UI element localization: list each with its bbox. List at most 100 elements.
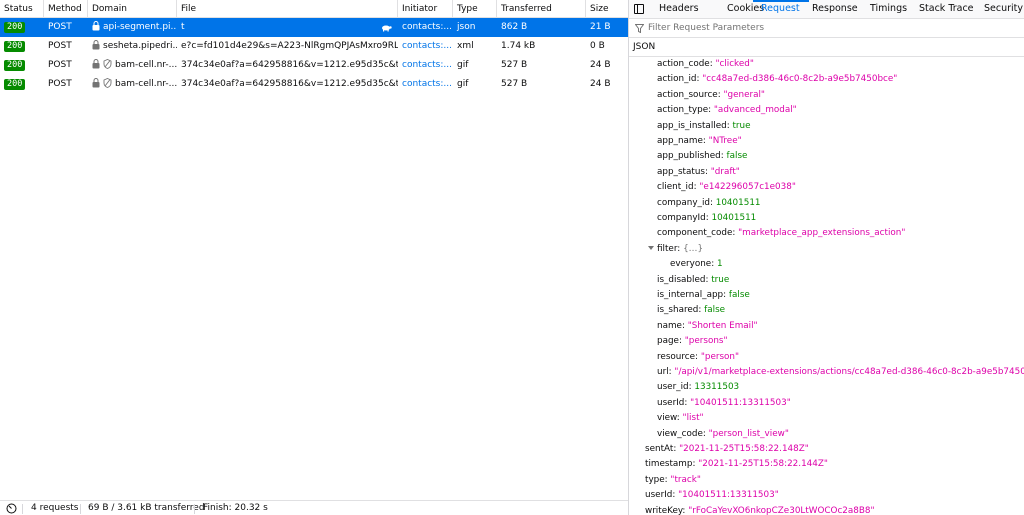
json-key: filter: xyxy=(657,243,681,254)
column-header-file[interactable]: File xyxy=(177,0,398,18)
column-header-size[interactable]: Size xyxy=(586,0,628,18)
json-value: 10401511 xyxy=(711,213,757,223)
json-tree-row[interactable]: app_published: false xyxy=(657,149,747,164)
json-tree-row[interactable]: user_id: 13311503 xyxy=(657,380,739,395)
json-key: url: xyxy=(657,367,672,377)
tab-response[interactable]: Response xyxy=(812,0,858,18)
json-tree-row[interactable]: action_source: "general" xyxy=(657,88,765,103)
cell-method: POST xyxy=(48,60,72,70)
column-header-initiator[interactable]: Initiator xyxy=(398,0,453,18)
status-badge: 200 xyxy=(4,22,26,33)
file-text: t xyxy=(181,22,185,32)
json-tree-row[interactable]: everyone: 1 xyxy=(670,257,723,272)
json-key: page: xyxy=(657,336,682,347)
cell-initiator: contacts:... xyxy=(402,60,452,70)
tab-cookies[interactable]: Cookies xyxy=(727,0,764,18)
cell-size: 24 B xyxy=(590,60,611,70)
column-header-method[interactable]: Method xyxy=(44,0,88,18)
finish-time: Finish: 20.32 s xyxy=(203,503,268,513)
json-key: timestamp: xyxy=(645,459,696,470)
json-tree-row[interactable]: app_status: "draft" xyxy=(657,165,740,180)
json-key: view: xyxy=(657,413,680,424)
json-tree-row[interactable]: userId: "10401511:13311503" xyxy=(657,396,791,411)
json-value: {…} xyxy=(683,243,704,254)
expand-arrow-icon[interactable] xyxy=(648,245,654,250)
json-tree-row[interactable]: component_code: "marketplace_app_extensi… xyxy=(657,226,905,241)
json-key: view_code: xyxy=(657,428,706,439)
cell-domain: bam-cell.nr-... xyxy=(88,56,177,75)
json-key: companyId: xyxy=(657,213,709,223)
tab-security[interactable]: Security xyxy=(984,0,1023,18)
sidebar-toggle-icon[interactable] xyxy=(634,4,644,14)
json-key: action_id: xyxy=(657,74,700,85)
request-table-header: Status Method Domain File Initiator Type… xyxy=(0,0,628,18)
json-tree-row[interactable]: action_id: "cc48a7ed-d386-46c0-8c2b-a9e5… xyxy=(657,72,897,87)
json-value: 10401511 xyxy=(715,197,761,208)
json-tree-row[interactable]: type: "track" xyxy=(645,473,701,488)
request-row[interactable]: 200 POST bam-cell.nr-... 374c34e0af?a=64295… xyxy=(0,56,628,75)
json-value: 1 xyxy=(716,259,723,270)
column-header-domain[interactable]: Domain xyxy=(88,0,177,18)
status-badge: 200 xyxy=(4,60,26,71)
json-tree-row[interactable]: is_internal_app: false xyxy=(657,288,750,303)
json-section-header[interactable]: JSON xyxy=(629,38,1024,57)
json-tree-row[interactable]: is_shared: false xyxy=(657,303,725,318)
tab-headers[interactable]: Headers xyxy=(659,0,699,18)
json-tree-row[interactable]: view: "list" xyxy=(657,411,704,426)
json-tree-row[interactable]: page: "persons" xyxy=(657,334,728,349)
tab-timings[interactable]: Timings xyxy=(870,0,907,18)
json-value: "clicked" xyxy=(715,59,754,69)
json-key: is_internal_app: xyxy=(657,290,727,300)
json-tree-row[interactable]: app_is_installed: true xyxy=(657,119,751,134)
json-tree-row[interactable]: userId: "10401511:13311503" xyxy=(645,488,779,503)
json-key: action_type: xyxy=(657,105,712,116)
column-header-transferred[interactable]: Transferred xyxy=(497,0,586,18)
json-tree-row[interactable]: action_type: "advanced_modal" xyxy=(657,103,797,118)
cell-type: gif xyxy=(457,60,469,70)
json-value: true xyxy=(711,274,730,285)
json-key: app_name: xyxy=(657,136,706,146)
slow-request-turtle-icon xyxy=(382,25,392,32)
status-badge: 200 xyxy=(4,41,26,52)
json-tree-row[interactable]: resource: "person" xyxy=(657,350,739,365)
request-row[interactable]: 200 POST api-segment.pi... t contacts:... jso… xyxy=(0,18,628,37)
json-tree-row[interactable]: filter: {…} xyxy=(648,242,703,257)
json-value: "e142296057c1e038" xyxy=(699,182,796,193)
json-tree-row[interactable]: client_id: "e142296057c1e038" xyxy=(657,180,796,195)
json-key: company_id: xyxy=(657,197,713,208)
domain-text: bam-cell.nr-... xyxy=(115,79,177,89)
network-status-bar: 4 requests 69 B / 3.61 kB transferred Fi… xyxy=(0,500,628,515)
json-key: app_is_installed: xyxy=(657,120,730,131)
filter-request-parameters-input[interactable] xyxy=(648,21,1008,35)
json-value: "track" xyxy=(670,474,701,485)
cell-file: e?c=fd101d4e29&s=A223-NlRgmQPJAsMxro9RLc… xyxy=(181,41,398,51)
json-tree-row[interactable]: writeKey: "rFoCaYevXO6nkopCZe30LtWOCOc2a… xyxy=(645,504,875,515)
cell-initiator: contacts:... xyxy=(402,41,452,51)
tab-stack-trace[interactable]: Stack Trace xyxy=(919,0,974,18)
json-value: false xyxy=(726,151,748,162)
json-key: component_code: xyxy=(657,228,736,239)
json-tree-row[interactable]: timestamp: "2021-11-25T15:58:22.144Z" xyxy=(645,457,828,472)
request-row[interactable]: 200 POST sesheta.pipedri... e?c=fd101d4e29&… xyxy=(0,37,628,56)
json-key: is_disabled: xyxy=(657,274,709,285)
json-tree-row[interactable]: is_disabled: true xyxy=(657,273,729,288)
tab-request[interactable]: Request xyxy=(761,0,800,18)
column-header-status[interactable]: Status xyxy=(0,0,44,18)
json-tree-row[interactable]: view_code: "person_list_view" xyxy=(657,427,789,442)
cell-file: 374c34e0af?a=642958816&v=1212.e95d35c&to… xyxy=(181,60,398,70)
cell-status: 200 xyxy=(0,37,44,56)
json-tree-row[interactable]: sentAt: "2021-11-25T15:58:22.148Z" xyxy=(645,442,809,457)
json-tree-row[interactable]: url: "/api/v1/marketplace-extensions/act… xyxy=(657,365,1024,380)
json-tree-row[interactable]: action_code: "clicked" xyxy=(657,57,754,72)
json-key: writeKey: xyxy=(645,505,686,515)
performance-icon[interactable] xyxy=(6,503,17,515)
request-row[interactable]: 200 POST bam-cell.nr-... 374c34e0af?a=64295… xyxy=(0,75,628,94)
cell-file: 374c34e0af?a=642958816&v=1212.e95d35c&to… xyxy=(181,79,398,89)
json-tree-row[interactable]: companyId: 10401511 xyxy=(657,211,756,226)
column-header-type[interactable]: Type xyxy=(453,0,497,18)
json-tree-row[interactable]: company_id: 10401511 xyxy=(657,196,761,211)
json-tree-row[interactable]: name: "Shorten Email" xyxy=(657,319,758,334)
json-tree-row[interactable]: app_name: "NTree" xyxy=(657,134,742,149)
request-filter-bar xyxy=(629,19,1024,38)
json-value: "Shorten Email" xyxy=(687,320,758,331)
